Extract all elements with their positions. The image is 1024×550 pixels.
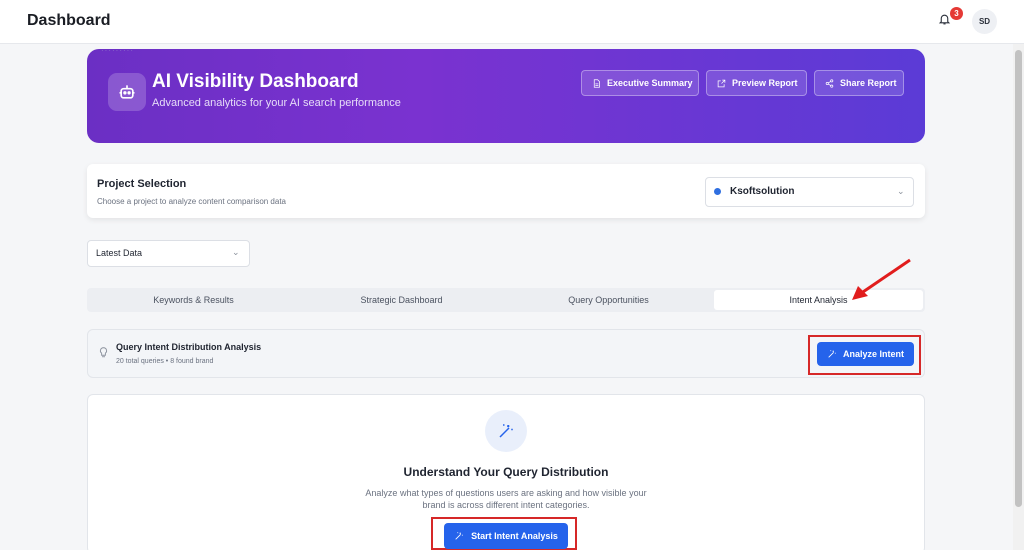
tab-query-opportunities[interactable]: Query Opportunities (507, 288, 710, 312)
share-report-button[interactable]: Share Report (814, 70, 904, 96)
executive-summary-button[interactable]: Executive Summary (581, 70, 699, 96)
magic-wand-icon (455, 532, 463, 540)
preview-report-label: Preview Report (732, 78, 798, 88)
scrollbar[interactable] (1013, 44, 1024, 550)
preview-report-button[interactable]: Preview Report (706, 70, 807, 96)
annotation-arrow-icon (852, 258, 911, 300)
start-intent-analysis-button[interactable]: Start Intent Analysis (444, 523, 568, 549)
chevron-down-icon: ⌄ (232, 247, 240, 257)
hero-title: AI Visibility Dashboard (152, 71, 359, 92)
magic-wand-icon (485, 410, 527, 452)
tab-strategic-dashboard[interactable]: Strategic Dashboard (300, 288, 503, 312)
scroll-up-arrow-icon[interactable] (1015, 44, 1022, 57)
share-icon (825, 78, 834, 88)
start-intent-analysis-label: Start Intent Analysis (471, 531, 558, 541)
intent-analysis-title: Query Intent Distribution Analysis (116, 342, 262, 352)
data-version-value: Latest Data (96, 248, 143, 258)
robot-icon (108, 73, 146, 111)
top-bar (0, 0, 1024, 44)
project-selection-description: Choose a project to analyze content comp… (97, 197, 287, 206)
share-report-label: Share Report (840, 78, 897, 88)
magic-wand-icon (828, 350, 836, 358)
analyze-intent-label: Analyze Intent (842, 349, 904, 359)
notification-badge: 3 (950, 7, 963, 20)
intent-analysis-stats: 20 total queries • 8 found brand (116, 358, 214, 365)
scrollbar-thumb[interactable] (1015, 50, 1022, 507)
empty-state-description: Analyze what types of questions users ar… (365, 488, 647, 510)
project-dropdown-value: Ksoftsolution (730, 186, 795, 197)
document-icon (593, 78, 600, 88)
hero-banner (87, 49, 925, 143)
analyze-intent-button[interactable]: Analyze Intent (817, 342, 914, 366)
avatar[interactable]: SD (972, 9, 997, 34)
project-selection-title: Project Selection (97, 178, 187, 190)
project-status-dot (714, 188, 721, 195)
empty-state-title: Understand Your Query Distribution (403, 465, 609, 479)
hero-subtitle: Advanced analytics for your AI search pe… (152, 97, 401, 109)
executive-summary-label: Executive Summary (607, 78, 693, 88)
tab-keywords-results[interactable]: Keywords & Results (87, 288, 300, 312)
external-link-icon (717, 79, 726, 87)
lightbulb-icon (99, 347, 108, 358)
chevron-down-icon: ⌄ (897, 186, 905, 196)
intent-analysis-header-card (87, 329, 925, 378)
page-title: Dashboard (27, 12, 111, 29)
decorative-dots: ········· (101, 46, 134, 55)
